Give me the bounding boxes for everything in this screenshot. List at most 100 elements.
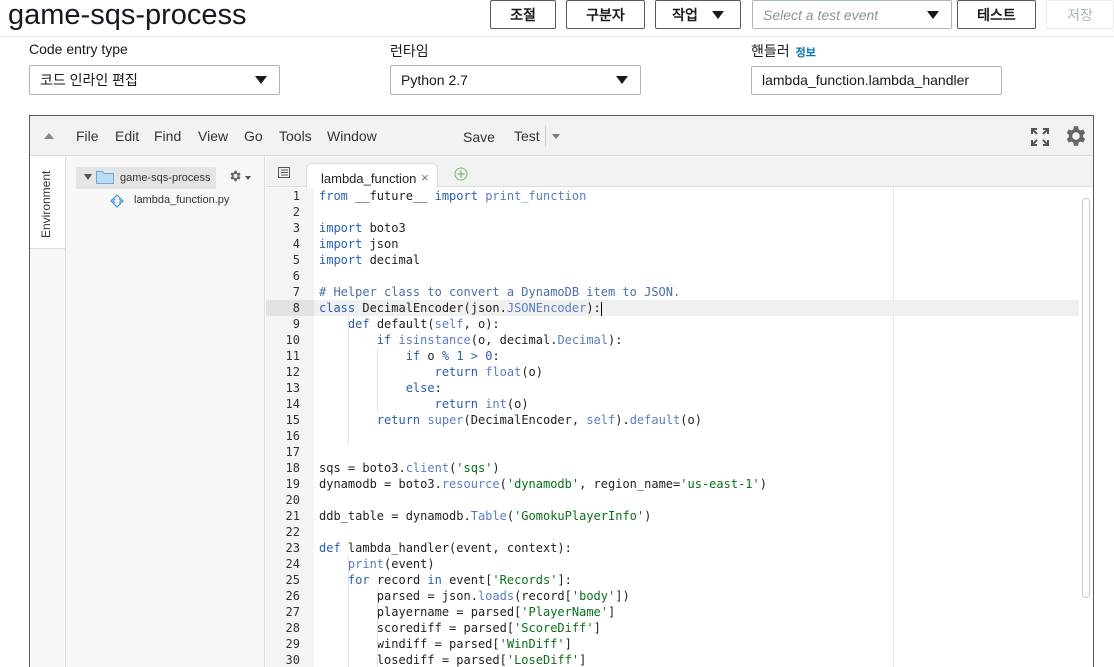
- code-entry-select[interactable]: 코드 인라인 편집: [29, 65, 280, 95]
- line-number: 23: [285, 541, 300, 555]
- code-line[interactable]: [314, 444, 1079, 460]
- qualifiers-label: 구분자: [586, 6, 625, 23]
- code-line[interactable]: # Helper class to convert a DynamoDB ite…: [314, 284, 1079, 300]
- actions-dropdown[interactable]: 작업: [655, 0, 741, 29]
- header-divider: [0, 36, 1114, 37]
- line-number: 30: [285, 653, 300, 667]
- indent-guide: [347, 316, 349, 444]
- add-tab-icon[interactable]: [454, 167, 468, 181]
- code-line[interactable]: def lambda_handler(event, context):: [314, 540, 1079, 556]
- tab-list-icon[interactable]: [278, 167, 290, 178]
- code-line[interactable]: from __future__ import print_function: [314, 188, 1079, 204]
- line-number: 26: [285, 589, 300, 603]
- handler-info-link[interactable]: 정보: [796, 47, 816, 59]
- line-number: 14: [285, 397, 300, 411]
- code-line[interactable]: for record in event['Records']:: [314, 572, 1079, 588]
- test-event-placeholder: Select a test event: [763, 6, 879, 23]
- ide-test-button[interactable]: Test: [514, 128, 540, 144]
- code-line[interactable]: playername = parsed['PlayerName']: [314, 604, 1079, 620]
- code-line[interactable]: ddb_table = dynamodb.Table('GomokuPlayer…: [314, 508, 1079, 524]
- tree-file-lambda-function[interactable]: lambda_function.py: [134, 194, 229, 206]
- code-line[interactable]: print(event): [314, 556, 1079, 572]
- ide-save-button[interactable]: Save: [463, 129, 495, 145]
- menu-window[interactable]: Window: [327, 128, 377, 144]
- fullscreen-icon[interactable]: [1031, 128, 1049, 146]
- environment-tab[interactable]: Environment: [30, 157, 65, 249]
- line-number: 2: [292, 205, 300, 219]
- line-number: 19: [285, 477, 300, 491]
- python-file-icon: [110, 194, 124, 208]
- menu-separator: [545, 126, 546, 146]
- code-editor[interactable]: 1 2 3 4 5 6 7 8 9 10 11 12 13 14 15 16 17 18 19 20 21 22 23 24 2…: [266, 188, 1093, 667]
- function-title: game-sqs-process: [8, 0, 247, 31]
- code-line[interactable]: class DecimalEncoder(json.JSONEncoder):: [314, 300, 1079, 316]
- line-number: 11: [285, 349, 300, 363]
- code-line[interactable]: else:: [314, 380, 1079, 396]
- test-button[interactable]: 테스트: [957, 0, 1036, 29]
- qualifiers-button[interactable]: 구분자: [566, 0, 645, 29]
- code-line[interactable]: [314, 204, 1079, 220]
- tree-settings-gear-icon[interactable]: [228, 169, 242, 183]
- menu-go[interactable]: Go: [244, 128, 263, 144]
- code-line[interactable]: import json: [314, 236, 1079, 252]
- menu-edit[interactable]: Edit: [115, 128, 139, 144]
- code-line[interactable]: scorediff = parsed['ScoreDiff']: [314, 620, 1079, 636]
- tree-root-folder[interactable]: game-sqs-process: [76, 167, 216, 189]
- code-line[interactable]: import boto3: [314, 220, 1079, 236]
- menu-find[interactable]: Find: [154, 128, 181, 144]
- code-line[interactable]: import decimal: [314, 252, 1079, 268]
- line-number: 1: [292, 189, 300, 203]
- indent-guide: [376, 348, 378, 412]
- tab-lambda-function[interactable]: lambda_function ×: [306, 163, 438, 188]
- code-content[interactable]: from __future__ import print_functionimp…: [314, 188, 1079, 667]
- indent-guide: [347, 556, 349, 667]
- cloud9-editor: File Edit Find View Go Tools Window Save…: [29, 115, 1094, 667]
- save-button[interactable]: 저장: [1046, 0, 1114, 29]
- code-line[interactable]: return super(DecimalEncoder, self).defau…: [314, 412, 1079, 428]
- line-number: 3: [292, 221, 300, 235]
- handler-input[interactable]: lambda_function.lambda_handler: [751, 66, 1002, 95]
- editor-tabbar: lambda_function ×: [266, 157, 1093, 188]
- code-line[interactable]: losediff = parsed['LoseDiff']: [314, 652, 1079, 667]
- collapse-up-icon[interactable]: [44, 133, 54, 139]
- line-number: 10: [285, 333, 300, 347]
- code-line[interactable]: if o % 1 > 0:: [314, 348, 1079, 364]
- throttle-label: 조절: [510, 6, 536, 23]
- handler-label: 핸들러: [751, 43, 790, 59]
- line-number-gutter: 1 2 3 4 5 6 7 8 9 10 11 12 13 14 15 16 17 18 19 20 21 22 23 24 2…: [266, 188, 314, 667]
- line-number: 7: [292, 285, 300, 299]
- code-line[interactable]: [314, 268, 1079, 284]
- chevron-down-icon[interactable]: [245, 176, 251, 180]
- code-line[interactable]: windiff = parsed['WinDiff']: [314, 636, 1079, 652]
- folder-icon: [96, 171, 114, 184]
- ide-menubar: File Edit Find View Go Tools Window Save…: [30, 116, 1093, 156]
- code-line[interactable]: return int(o): [314, 396, 1079, 412]
- code-line[interactable]: [314, 428, 1079, 444]
- code-line[interactable]: return float(o): [314, 364, 1079, 380]
- menu-view[interactable]: View: [198, 128, 228, 144]
- code-line[interactable]: sqs = boto3.client('sqs'): [314, 460, 1079, 476]
- line-number: 12: [285, 365, 300, 379]
- gear-icon[interactable]: [1062, 123, 1088, 149]
- caret-down-icon[interactable]: [84, 174, 92, 180]
- tree-root-label: game-sqs-process: [120, 172, 211, 184]
- throttle-button[interactable]: 조절: [490, 0, 556, 29]
- code-line[interactable]: def default(self, o):: [314, 316, 1079, 332]
- code-entry-label: Code entry type: [29, 41, 128, 57]
- code-line[interactable]: [314, 492, 1079, 508]
- line-number: 4: [292, 237, 300, 251]
- code-line[interactable]: dynamodb = boto3.resource('dynamodb', re…: [314, 476, 1079, 492]
- code-line[interactable]: if isinstance(o, decimal.Decimal):: [314, 332, 1079, 348]
- tab-label: lambda_function: [321, 171, 417, 186]
- vertical-scrollbar[interactable]: [1082, 198, 1090, 598]
- test-event-select[interactable]: Select a test event: [752, 0, 952, 29]
- code-line[interactable]: [314, 524, 1079, 540]
- close-icon[interactable]: ×: [421, 170, 429, 185]
- runtime-select[interactable]: Python 2.7: [390, 65, 641, 95]
- line-number: 16: [285, 429, 300, 443]
- line-number: 5: [292, 253, 300, 267]
- menu-tools[interactable]: Tools: [279, 128, 312, 144]
- code-line[interactable]: parsed = json.loads(record['body']): [314, 588, 1079, 604]
- chevron-down-icon[interactable]: [552, 134, 560, 139]
- menu-file[interactable]: File: [76, 128, 99, 144]
